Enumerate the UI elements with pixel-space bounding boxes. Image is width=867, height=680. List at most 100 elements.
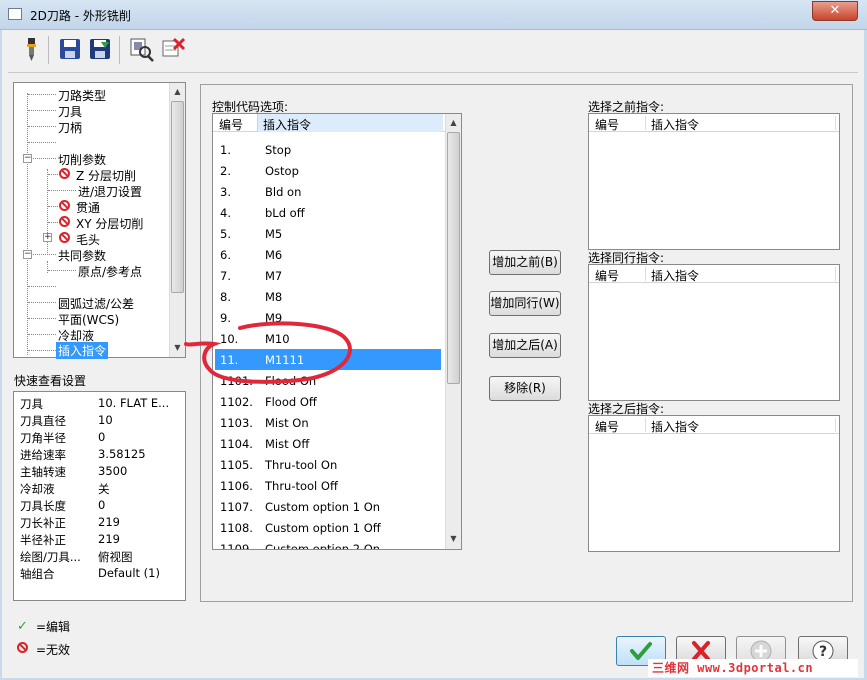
col-cmd-header[interactable]: 插入指令 xyxy=(651,418,699,435)
col-num-header[interactable]: 编号 xyxy=(595,418,619,435)
col-cmd-header[interactable]: 插入指令 xyxy=(263,116,311,133)
before-list[interactable]: 编号 插入指令 xyxy=(588,113,840,250)
list-header: 编号 插入指令 xyxy=(589,265,839,283)
list-scrollbar[interactable]: ▲ ▼ xyxy=(445,114,461,549)
tree-item-z-depth[interactable]: Z 分层切削 xyxy=(76,167,136,184)
qv-key: 绘图/刀具... xyxy=(20,550,81,564)
scroll-down-icon[interactable]: ▼ xyxy=(446,534,461,543)
tree-item-break-through[interactable]: 贯通 xyxy=(76,199,100,216)
same-list[interactable]: 编号 插入指令 xyxy=(588,264,840,401)
tree-item-planes[interactable]: 平面(WCS) xyxy=(58,311,119,328)
disabled-icon xyxy=(59,232,70,243)
list-item-number: 4. xyxy=(220,206,231,220)
disabled-icon xyxy=(59,168,70,179)
list-item[interactable]: 1108. Custom option 1 Off xyxy=(215,517,441,538)
tree-item-linking-params[interactable]: 共同参数 xyxy=(58,247,106,264)
qv-value: 219 xyxy=(98,515,120,529)
tree-scrollbar[interactable]: ▲ ▼ xyxy=(169,83,185,357)
list-item[interactable]: 1. Stop xyxy=(215,139,441,160)
delete-icon[interactable] xyxy=(160,36,186,62)
col-num-header[interactable]: 编号 xyxy=(595,267,619,284)
tree-item-holder[interactable]: 刀柄 xyxy=(58,119,82,136)
tree-item-home-ref[interactable]: 原点/参考点 xyxy=(78,263,142,280)
tree-item-lead-in-out[interactable]: 进/退刀设置 xyxy=(78,183,142,200)
list-item[interactable]: 1105. Thru-tool On xyxy=(215,454,441,475)
list-item-command: M5 xyxy=(265,227,283,241)
toolbar-divider xyxy=(8,72,858,73)
tool-icon[interactable] xyxy=(18,36,44,62)
list-item-command: Custom option 1 Off xyxy=(265,521,381,535)
save-all-icon[interactable] xyxy=(87,36,113,62)
quick-view-title: 快速查看设置 xyxy=(14,374,87,388)
col-num-header[interactable]: 编号 xyxy=(595,116,619,133)
list-item-command: M6 xyxy=(265,248,283,262)
list-item-number: 1. xyxy=(220,143,231,157)
watermark: 三维网 www.3dportal.cn xyxy=(648,659,858,677)
qv-value: 10 xyxy=(98,413,113,427)
scroll-up-icon[interactable]: ▲ xyxy=(170,87,185,96)
list-item[interactable]: 1102. Flood Off xyxy=(215,391,441,412)
tree-item-tabs[interactable]: 毛头 xyxy=(76,231,100,248)
list-item-number: 5. xyxy=(220,227,231,241)
remove-button[interactable]: 移除(R) xyxy=(489,376,561,401)
tree-item-xy-stepover[interactable]: XY 分层切削 xyxy=(76,215,143,232)
list-item[interactable]: 7. M7 xyxy=(215,265,441,286)
list-header: 编号 插入指令 xyxy=(589,114,839,132)
list-item[interactable]: 1109. Custom option 2 On xyxy=(215,538,441,549)
list-item[interactable]: 1107. Custom option 1 On xyxy=(215,496,441,517)
list-item[interactable]: 3. Bld on xyxy=(215,181,441,202)
collapse-linking-icon[interactable]: − xyxy=(23,250,32,259)
list-item-number: 1108. xyxy=(220,521,253,535)
list-item-number: 3. xyxy=(220,185,231,199)
list-item[interactable]: 1103. Mist On xyxy=(215,412,441,433)
tree-item-tool[interactable]: 刀具 xyxy=(58,103,82,120)
window-title: 2D刀路 - 外形铣削 xyxy=(30,9,131,23)
expand-tabs-icon[interactable]: + xyxy=(43,233,52,242)
list-item-number: 8. xyxy=(220,290,231,304)
collapse-cut-params-icon[interactable]: − xyxy=(23,154,32,163)
list-item[interactable]: 8. M8 xyxy=(215,286,441,307)
add-before-button[interactable]: 增加之前(B) xyxy=(489,250,561,275)
qv-value: 俯视图 xyxy=(98,550,133,564)
list-item-command: Mist Off xyxy=(265,437,310,451)
add-same-button[interactable]: 增加同行(W) xyxy=(489,291,561,316)
close-button[interactable]: ✕ xyxy=(812,1,858,21)
tree-item-toolpath-type[interactable]: 刀路类型 xyxy=(58,87,106,104)
annotation-circle xyxy=(184,321,352,384)
list-item-command: M7 xyxy=(265,269,283,283)
scroll-up-icon[interactable]: ▲ xyxy=(446,118,461,127)
after-list[interactable]: 编号 插入指令 xyxy=(588,415,840,552)
qv-value: 219 xyxy=(98,532,120,546)
list-item-number: 1106. xyxy=(220,479,253,493)
qv-key: 进给速率 xyxy=(20,448,66,462)
qv-value: 10. FLAT E... xyxy=(98,396,170,410)
list-item[interactable]: 2. Ostop xyxy=(215,160,441,181)
list-header: 编号 插入指令 xyxy=(589,416,839,434)
qv-key: 冷却液 xyxy=(20,482,55,496)
list-item[interactable]: 5. M5 xyxy=(215,223,441,244)
tree-item-arc-filter[interactable]: 圆弧过滤/公差 xyxy=(58,295,134,312)
tree-item-cut-params[interactable]: 切削参数 xyxy=(58,151,106,168)
qv-key: 刀具直径 xyxy=(20,414,66,428)
view-icon[interactable] xyxy=(128,36,154,62)
parameter-tree[interactable]: 刀路类型 刀具 刀柄 − 切削参数 Z 分层切削 进/退刀设置 贯通 XY 分层… xyxy=(13,82,186,359)
col-cmd-header[interactable]: 插入指令 xyxy=(651,116,699,133)
scroll-thumb[interactable] xyxy=(447,132,460,384)
toolbar-separator xyxy=(119,36,120,64)
quick-view-panel: 刀具 10. FLAT E... 刀具直径 10 刀角半径 0 进给速率 3.5… xyxy=(13,391,186,601)
scroll-thumb[interactable] xyxy=(171,101,184,293)
qv-key: 半径补正 xyxy=(20,533,66,547)
qv-value: 0 xyxy=(98,430,106,444)
list-item-command: bLd off xyxy=(265,206,305,220)
col-cmd-header[interactable]: 插入指令 xyxy=(651,267,699,284)
list-item[interactable]: 1104. Mist Off xyxy=(215,433,441,454)
list-item[interactable]: 6. M6 xyxy=(215,244,441,265)
save-icon[interactable] xyxy=(57,36,83,62)
list-item[interactable]: 4. bLd off xyxy=(215,202,441,223)
list-item[interactable]: 1106. Thru-tool Off xyxy=(215,475,441,496)
col-num-header[interactable]: 编号 xyxy=(219,116,243,133)
add-after-button[interactable]: 增加之后(A) xyxy=(489,333,561,358)
list-item-command: Custom option 1 On xyxy=(265,500,381,514)
disabled-icon xyxy=(59,200,70,211)
tree-item-misc-codes[interactable]: 插入指令 xyxy=(56,342,109,359)
